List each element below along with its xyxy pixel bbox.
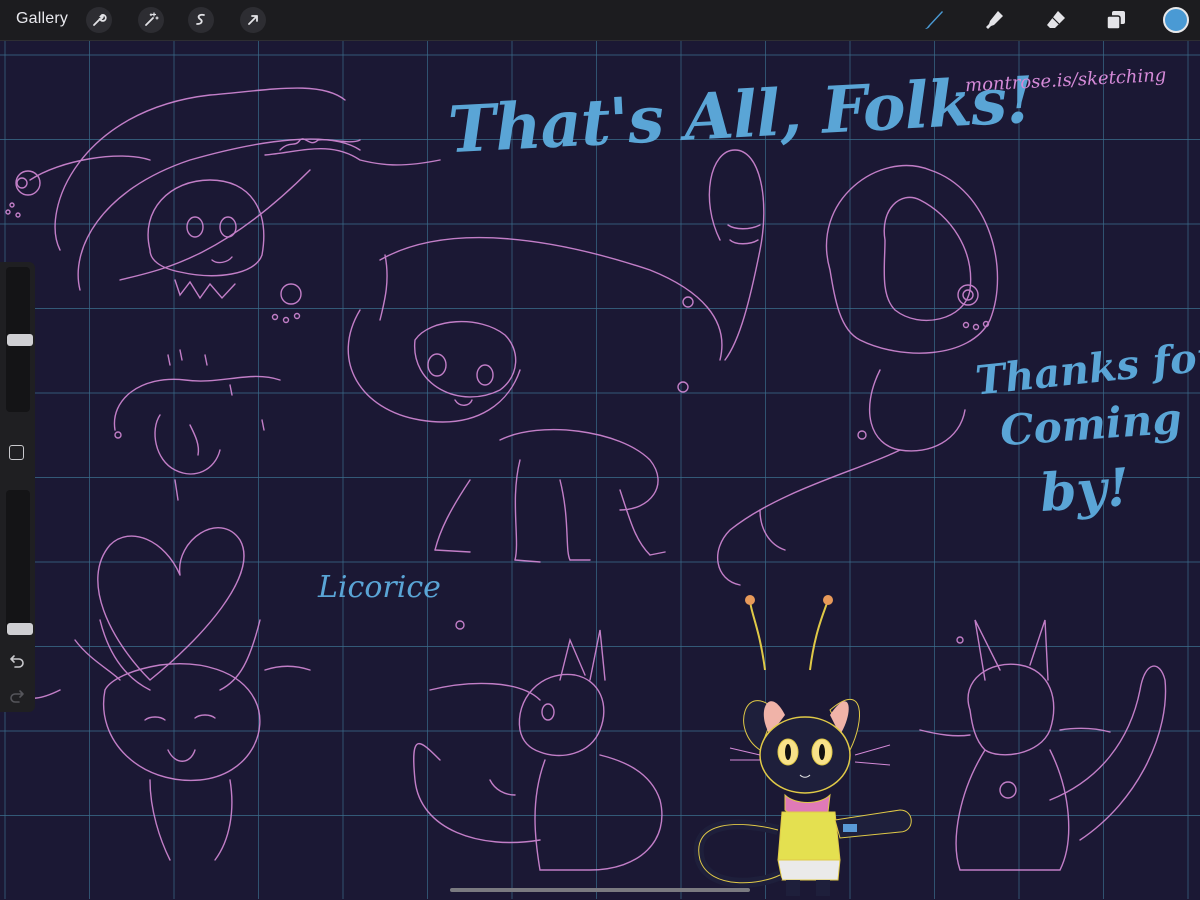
transform-arrow-icon[interactable] xyxy=(240,7,266,33)
gallery-button[interactable]: Gallery xyxy=(16,10,68,28)
layers-icon[interactable] xyxy=(1102,7,1130,33)
sketch-heart-cat xyxy=(14,527,311,861)
sketch-flying-character xyxy=(5,87,441,324)
smudge-icon[interactable] xyxy=(980,7,1008,33)
color-picker-swatch[interactable] xyxy=(1163,7,1189,33)
eraser-icon[interactable] xyxy=(1042,7,1070,33)
sketch-balloon-cat xyxy=(716,164,999,586)
home-indicator[interactable] xyxy=(450,888,750,892)
thanks-line-3: by! xyxy=(1037,456,1132,525)
wrench-icon[interactable] xyxy=(86,7,112,33)
sketch-sitting-cat xyxy=(413,620,663,871)
sketch-stretching-cat xyxy=(347,149,765,563)
redo-icon[interactable] xyxy=(9,687,25,708)
undo-icon[interactable] xyxy=(9,652,25,673)
opacity-thumb[interactable] xyxy=(7,623,33,635)
magic-wand-icon[interactable] xyxy=(138,7,164,33)
character-name-label: Licorice xyxy=(318,570,441,605)
brush-size-thumb[interactable] xyxy=(7,333,33,346)
drawing-canvas[interactable]: That's All, Folks! montrose.is/sketching… xyxy=(0,40,1200,899)
brush-size-slider[interactable] xyxy=(6,267,33,412)
left-sidebar xyxy=(0,262,35,712)
sketch-cat-rear xyxy=(919,619,1167,871)
sketch-layer xyxy=(5,87,1167,871)
colored-cat-illustration xyxy=(693,595,912,896)
selection-icon[interactable] xyxy=(188,7,214,33)
top-toolbar: Gallery xyxy=(0,0,1200,40)
brush-icon[interactable] xyxy=(919,7,947,33)
modify-square-icon[interactable] xyxy=(9,445,24,460)
opacity-slider[interactable] xyxy=(6,490,33,635)
sketch-worried-face xyxy=(113,349,281,501)
